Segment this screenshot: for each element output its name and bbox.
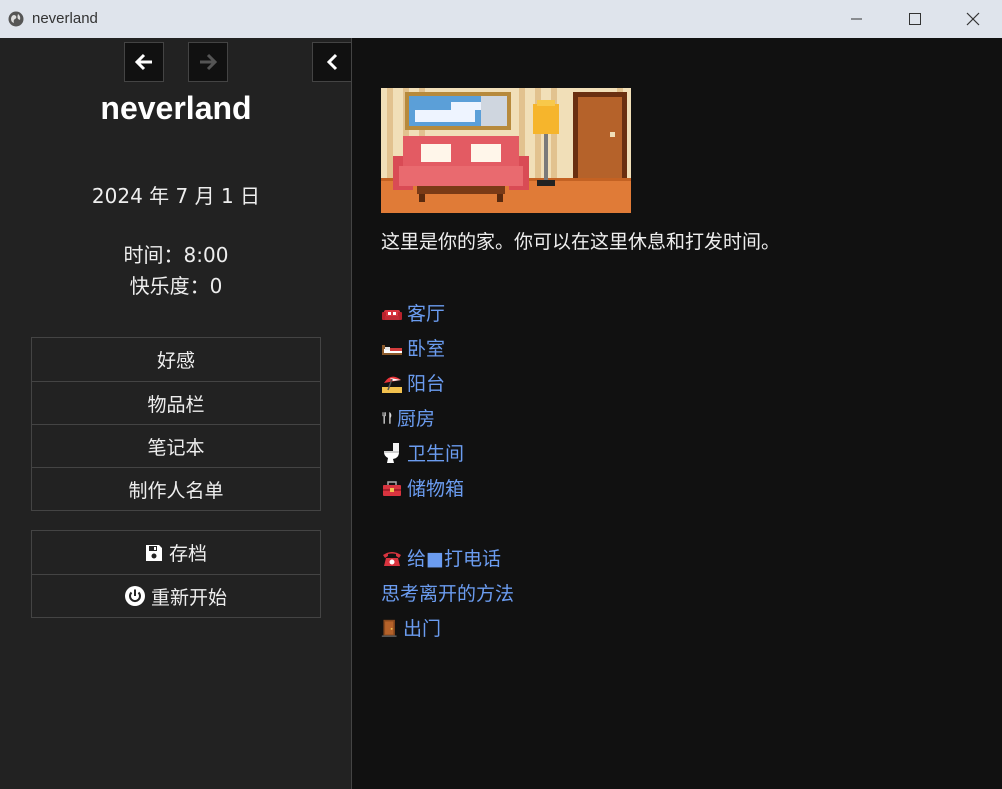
link-phone-call[interactable]: 给■打电话	[381, 540, 514, 575]
link-balcony[interactable]: 阳台	[381, 365, 514, 400]
toilet-icon	[384, 442, 399, 463]
link-go-out[interactable]: 出门	[381, 610, 514, 645]
save-button[interactable]: 存档	[32, 531, 320, 574]
restart-button[interactable]: 重新开始	[32, 574, 320, 617]
close-icon	[966, 12, 980, 26]
telephone-icon	[383, 551, 401, 566]
floppy-disk-icon	[145, 544, 162, 561]
link-label: 卧室	[407, 338, 446, 360]
window-titlebar: neverland	[0, 0, 1002, 38]
link-kitchen[interactable]: 厨房	[381, 400, 514, 435]
game-menu: 存档 重新开始	[31, 530, 321, 618]
toolbox-icon	[383, 480, 401, 496]
link-label: 思考离开的方法	[381, 583, 515, 605]
sidebar-collapse-button[interactable]	[312, 42, 352, 82]
minimize-icon	[851, 18, 862, 20]
menu-item-favorability[interactable]: 好感	[32, 338, 320, 381]
save-label: 存档	[168, 543, 207, 565]
menu-item-credits[interactable]: 制作人名单	[32, 467, 320, 510]
passage-intro: 这里是你的家。你可以在这里休息和打发时间。	[381, 231, 781, 253]
link-living-room[interactable]: 客厅	[381, 295, 514, 330]
story-date: 2024 年 7 月 1 日	[91, 184, 261, 208]
link-think-escape[interactable]: 思考离开的方法	[381, 575, 514, 610]
door-icon	[381, 619, 397, 637]
arrow-left-icon	[134, 53, 152, 71]
link-label: 出门	[403, 618, 442, 640]
link-label: 厨房	[397, 408, 436, 430]
happiness-stat: 快乐度：0	[129, 274, 223, 298]
menu-item-notebook[interactable]: 笔记本	[32, 424, 320, 467]
link-bathroom[interactable]: 卫生间	[381, 435, 514, 470]
power-icon	[124, 586, 145, 606]
link-storage-box[interactable]: 储物箱	[381, 470, 514, 505]
link-spacer	[381, 505, 514, 540]
time-stat: 时间：8:00	[123, 243, 229, 267]
restart-label: 重新开始	[150, 586, 227, 609]
link-label: 卫生间	[407, 443, 465, 465]
link-label: 客厅	[407, 303, 446, 325]
window-title: neverland	[32, 10, 98, 27]
link-label: 给■打电话	[407, 548, 501, 570]
bed-icon	[382, 344, 402, 355]
sofa-icon	[382, 309, 402, 320]
history-back-button[interactable]	[124, 42, 164, 82]
globe-icon	[8, 11, 24, 27]
passage-area: 这里是你的家。你可以在这里休息和打发时间。 客厅 卧室 阳台 厨房 卫生间 储物…	[353, 38, 1002, 789]
link-label: 阳台	[407, 373, 446, 395]
fork-knife-icon	[382, 411, 392, 424]
history-forward-button[interactable]	[188, 42, 228, 82]
chevron-left-icon	[326, 53, 338, 71]
beach-umbrella-icon	[382, 376, 402, 393]
close-button[interactable]	[944, 0, 1002, 38]
link-label: 储物箱	[407, 478, 465, 500]
maximize-icon	[909, 13, 921, 25]
link-bedroom[interactable]: 卧室	[381, 330, 514, 365]
story-title: neverland	[100, 90, 252, 126]
minimize-button[interactable]	[828, 0, 886, 38]
passage-links: 客厅 卧室 阳台 厨房 卫生间 储物箱 给■打电话 思考离开的方法 出门	[381, 295, 514, 645]
living-room-image	[381, 88, 631, 213]
story-menu: 好感 物品栏 笔记本 制作人名单	[31, 337, 321, 511]
sidebar: neverland 2024 年 7 月 1 日 时间：8:00 快乐度：0 好…	[0, 38, 352, 789]
arrow-right-icon	[200, 53, 218, 71]
maximize-button[interactable]	[886, 0, 944, 38]
menu-item-inventory[interactable]: 物品栏	[32, 381, 320, 424]
